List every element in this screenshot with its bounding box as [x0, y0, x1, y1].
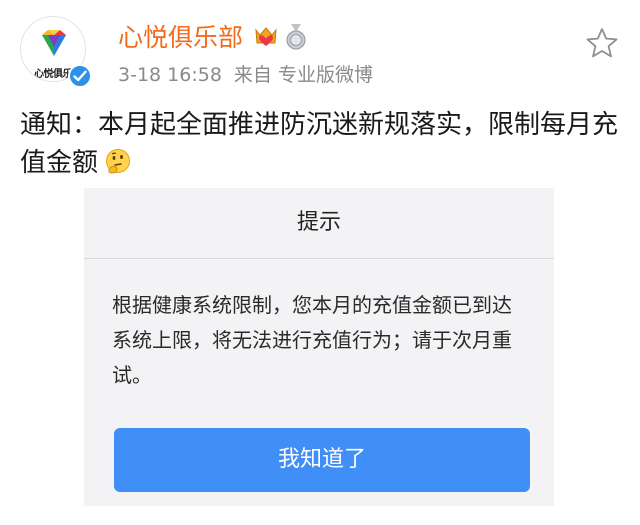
post-meta: 3-18 16:58 来自 专业版微博 — [118, 62, 373, 88]
post-text: 通知：本月起全面推进防沉迷新规落实，限制每月充值金额 — [20, 106, 626, 182]
medal-icon — [286, 24, 306, 50]
dialog-message: 根据健康系统限制，您本月的充值金额已到达系统上限，将无法进行充值行为；请于次月重… — [112, 293, 512, 387]
post-timestamp: 3-18 16:58 — [118, 64, 222, 86]
dialog-divider — [84, 258, 554, 259]
verified-check-icon — [68, 64, 92, 88]
crown-heart-icon — [255, 27, 277, 46]
limit-notice-dialog: 提示 根据健康系统限制，您本月的充值金额已到达系统上限，将无法进行充值行为；请于… — [84, 188, 554, 506]
acknowledge-button[interactable]: 我知道了 — [114, 428, 530, 492]
thinking-face-icon — [106, 149, 131, 174]
post-source: 来自 专业版微博 — [233, 64, 373, 86]
star-outline-icon[interactable] — [585, 26, 619, 60]
dialog-title: 提示 — [296, 210, 341, 235]
username-link[interactable]: 心悦俱乐部 — [118, 22, 243, 54]
gem-logo-icon — [42, 30, 66, 56]
